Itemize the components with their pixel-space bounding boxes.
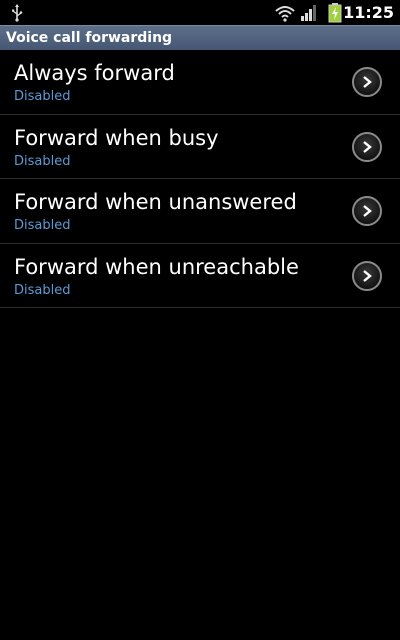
chevron-right-icon[interactable]: [352, 196, 382, 226]
status-clock: 11:25: [343, 3, 394, 22]
item-summary: Disabled: [14, 89, 71, 104]
chevron-right-icon[interactable]: [352, 260, 382, 291]
battery-charging-icon: [328, 3, 342, 23]
list-item-forward-when-unreachable[interactable]: Forward when unreachable Disabled: [0, 244, 400, 308]
chevron-right-icon[interactable]: [352, 131, 382, 162]
page-title: Voice call forwarding: [6, 30, 173, 46]
chevron-right-icon[interactable]: [352, 67, 382, 97]
forwarding-options-list: Always forward Disabled Forward when bus…: [0, 50, 400, 308]
item-summary: Disabled: [14, 282, 71, 298]
usb-icon: [12, 4, 23, 22]
item-summary: Disabled: [14, 218, 71, 233]
title-bar: Voice call forwarding: [0, 25, 400, 50]
item-title: Forward when busy: [14, 125, 219, 150]
signal-icon: [301, 5, 316, 21]
item-summary: Disabled: [14, 153, 71, 169]
status-bar: 11:25: [0, 0, 400, 25]
list-item-forward-when-unanswered[interactable]: Forward when unanswered Disabled: [0, 179, 400, 244]
item-title: Always forward: [14, 61, 175, 85]
item-title: Forward when unreachable: [14, 254, 299, 279]
list-item-forward-when-busy[interactable]: Forward when busy Disabled: [0, 115, 400, 179]
wifi-icon: [275, 6, 295, 22]
list-item-always-forward[interactable]: Always forward Disabled: [0, 50, 400, 115]
item-title: Forward when unanswered: [14, 190, 297, 214]
